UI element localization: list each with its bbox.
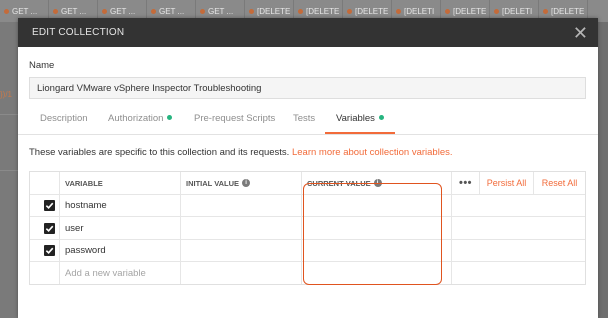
row-checkbox-cell [30, 195, 60, 216]
modal-title: EDIT COLLECTION [32, 27, 125, 38]
current-value-cell[interactable] [302, 217, 452, 239]
background-divider [0, 114, 18, 115]
table-row: password [30, 240, 585, 262]
table-row: user [30, 217, 585, 240]
persist-all-button[interactable]: Persist All [480, 172, 534, 194]
header-initial-value: INITIAL VALUE i [181, 172, 302, 194]
row-checkbox-cell [30, 240, 60, 261]
row-actions-cell [452, 262, 585, 284]
initial-value-cell[interactable] [181, 240, 302, 261]
header-checkbox-column [30, 172, 60, 194]
variable-key-cell[interactable]: user [60, 217, 181, 239]
edit-collection-modal: EDIT COLLECTION ✕ Name Description Autho… [18, 18, 598, 318]
header-variable: VARIABLE [60, 172, 181, 194]
initial-value-cell[interactable] [181, 195, 302, 216]
tab-status-dot [53, 8, 58, 14]
enabled-checkbox[interactable] [44, 222, 55, 234]
current-value-cell[interactable] [302, 195, 452, 216]
tab-status-dot [4, 8, 9, 14]
tab-status-dot [102, 8, 107, 14]
enabled-checkbox[interactable] [44, 245, 55, 256]
variables-table: VARIABLE INITIAL VALUE i CURRENT VALUE i •… [29, 171, 586, 285]
table-row: hostname [30, 195, 585, 217]
current-value-cell[interactable] [302, 240, 452, 261]
tab-status-dot [543, 8, 548, 14]
tab-status-dot [249, 8, 254, 14]
info-icon[interactable]: i [242, 179, 251, 187]
row-checkbox-cell [30, 217, 60, 239]
more-options-button[interactable]: ••• [452, 172, 480, 194]
tab-status-dot [151, 8, 156, 14]
initial-value-cell[interactable] [181, 217, 302, 239]
row-checkbox-cell [30, 262, 60, 284]
tab-status-dot [298, 8, 303, 14]
reset-all-button[interactable]: Reset All [534, 172, 585, 194]
tab-description[interactable]: Description [40, 113, 88, 135]
more-icon: ••• [458, 177, 473, 189]
variable-key-cell[interactable]: hostname [60, 195, 181, 216]
background-code-snippet: })/1 [0, 90, 13, 99]
background-editor-gutter: })/1 [0, 22, 18, 318]
close-icon[interactable]: ✕ [573, 24, 588, 42]
new-variable-row: Add a new variable [30, 262, 585, 284]
header-current-value: CURRENT VALUE i [302, 172, 452, 194]
variables-description: These variables are specific to this col… [29, 147, 453, 158]
table-header-row: VARIABLE INITIAL VALUE i CURRENT VALUE i •… [30, 172, 585, 195]
learn-more-link[interactable]: Learn more about collection variables. [292, 147, 453, 158]
current-value-cell[interactable] [302, 262, 452, 284]
active-tab-indicator [325, 132, 395, 134]
tab-status-dot [396, 8, 401, 14]
row-actions-cell [452, 240, 585, 261]
tab-status-dot [347, 8, 352, 14]
tab-pre-request-scripts[interactable]: Pre-request Scripts [194, 113, 275, 135]
row-actions-cell [452, 217, 585, 239]
tab-status-dot [200, 8, 205, 14]
enabled-checkbox[interactable] [44, 200, 55, 211]
new-variable-input[interactable]: Add a new variable [60, 262, 181, 284]
variables-status-dot [378, 115, 384, 120]
modal-header: EDIT COLLECTION ✕ [18, 18, 598, 47]
row-actions-cell [452, 195, 585, 216]
tab-authorization[interactable]: Authorization [108, 113, 173, 135]
tab-tests[interactable]: Tests [293, 113, 315, 135]
tab-status-dot [494, 8, 499, 14]
name-label: Name [29, 60, 55, 71]
modal-tab-bar: Description Authorization Pre-request Sc… [18, 113, 598, 135]
initial-value-cell[interactable] [181, 262, 302, 284]
collection-name-input[interactable] [29, 77, 586, 99]
variable-key-cell[interactable]: password [60, 240, 181, 261]
tab-status-dot [445, 8, 450, 14]
background-divider [0, 170, 18, 171]
authorization-status-dot [167, 115, 173, 120]
info-icon[interactable]: i [373, 179, 382, 187]
